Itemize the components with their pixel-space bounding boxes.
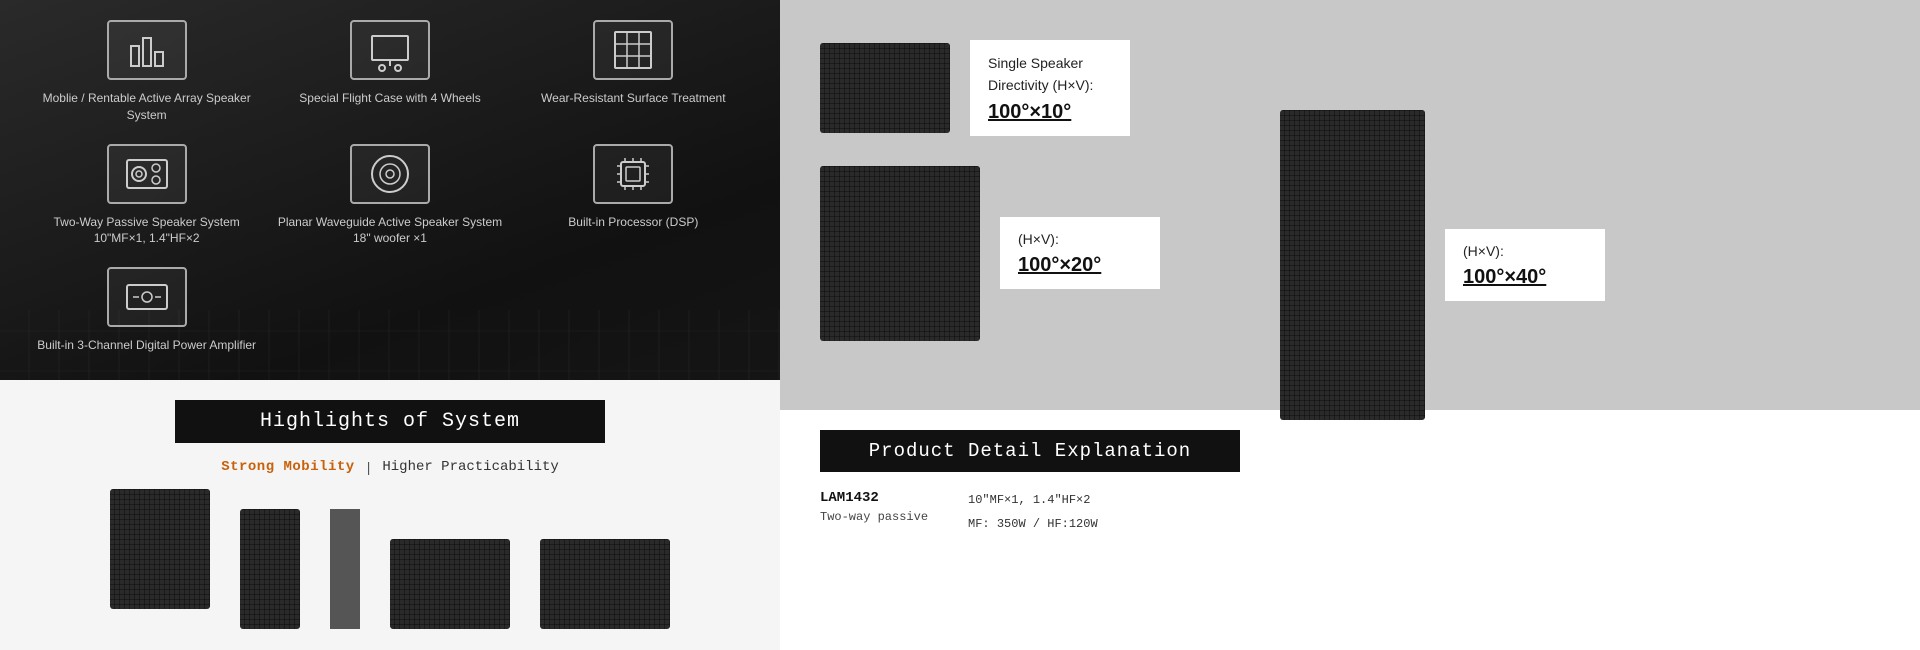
highlights-banner: Highlights of System xyxy=(175,400,605,443)
feature-dsp: Built-in Processor (DSP) xyxy=(517,144,750,248)
double-speaker-spec: (H×V): 100°×20° xyxy=(1000,217,1160,289)
feature-two-way-label: Two-Way Passive Speaker System 10"MF×1, … xyxy=(30,214,263,248)
speaker-image-4 xyxy=(540,539,670,629)
highlights-subtitle: Strong Mobility | Higher Practicability xyxy=(221,459,559,475)
right-panel: Single SpeakerDirectivity (H×V): 100°×10… xyxy=(780,0,1920,650)
product-detail-banner: Product Detail Explanation xyxy=(820,430,1240,472)
feature-planar: Planar Waveguide Active Speaker System 1… xyxy=(273,144,506,248)
speaker-accent xyxy=(330,509,360,629)
quad-speaker-unit: (H×V): 100°×40° xyxy=(1280,110,1605,420)
single-speaker-unit: Single SpeakerDirectivity (H×V): 100°×10… xyxy=(820,40,1160,136)
single-speaker-spec: Single SpeakerDirectivity (H×V): 100°×10… xyxy=(970,40,1130,136)
product-spec-1: 10"MF×1, 1.4"HF×2 xyxy=(968,490,1098,510)
product-type: Two-way passive xyxy=(820,510,928,524)
product-specs-row: LAM1432 Two-way passive 10"MF×1, 1.4"HF×… xyxy=(820,490,1880,535)
double-speaker-label: (H×V): xyxy=(1018,229,1142,250)
speaker-image-3 xyxy=(390,539,510,629)
grid-surface-icon xyxy=(593,20,673,80)
processor-icon xyxy=(593,144,673,204)
feature-flight-label: Special Flight Case with 4 Wheels xyxy=(299,90,480,107)
feature-two-way: Two-Way Passive Speaker System 10"MF×1, … xyxy=(30,144,263,248)
features-grid: Moblie / Rentable Active Array Speaker S… xyxy=(30,20,750,354)
right-top-section: Single SpeakerDirectivity (H×V): 100°×10… xyxy=(780,0,1920,410)
quad-speaker-label: (H×V): xyxy=(1463,241,1587,262)
left-panel: Moblie / Rentable Active Array Speaker S… xyxy=(0,0,780,650)
amplifier-icon xyxy=(107,267,187,327)
quad-speaker-image xyxy=(1280,110,1425,420)
highlights-section: Highlights of System Strong Mobility | H… xyxy=(0,380,780,650)
feature-mobile-system: Moblie / Rentable Active Array Speaker S… xyxy=(30,20,263,124)
product-model-col: LAM1432 Two-way passive xyxy=(820,490,928,524)
feature-dsp-label: Built-in Processor (DSP) xyxy=(568,214,698,231)
speaker-icon xyxy=(107,144,187,204)
feature-amplifier: Built-in 3-Channel Digital Power Amplifi… xyxy=(30,267,263,354)
bar-chart-icon xyxy=(107,20,187,80)
feature-wear-label: Wear-Resistant Surface Treatment xyxy=(541,90,726,107)
higher-practicability-text: Higher Practicability xyxy=(382,459,558,475)
pipe-divider: | xyxy=(367,459,371,475)
double-speaker-unit: (H×V): 100°×20° xyxy=(820,166,1160,341)
speaker-image-2 xyxy=(240,509,300,629)
single-speaker-angle: 100°×10° xyxy=(988,101,1112,124)
product-model: LAM1432 xyxy=(820,490,928,506)
quad-speaker-spec: (H×V): 100°×40° xyxy=(1445,229,1605,301)
single-speaker-image xyxy=(820,43,950,133)
feature-mobile-label: Moblie / Rentable Active Array Speaker S… xyxy=(30,90,263,124)
product-spec-2: MF: 350W / HF:120W xyxy=(968,514,1098,534)
feature-wear-resistant: Wear-Resistant Surface Treatment xyxy=(517,20,750,124)
product-spec-details-col: 10"MF×1, 1.4"HF×2 MF: 350W / HF:120W xyxy=(968,490,1098,535)
feature-planar-label: Planar Waveguide Active Speaker System 1… xyxy=(273,214,506,248)
feature-amp-label: Built-in 3-Channel Digital Power Amplifi… xyxy=(37,337,256,354)
circle-icon xyxy=(350,144,430,204)
feature-flight-case: Special Flight Case with 4 Wheels xyxy=(273,20,506,124)
single-speaker-label: Single SpeakerDirectivity (H×V): xyxy=(988,52,1112,97)
left-speaker-col: Single SpeakerDirectivity (H×V): 100°×10… xyxy=(820,40,1160,341)
double-speaker-image xyxy=(820,166,980,341)
double-speaker-angle: 100°×20° xyxy=(1018,254,1142,277)
quad-speaker-angle: 100°×40° xyxy=(1463,266,1587,289)
monitor-wheels-icon xyxy=(350,20,430,80)
strong-mobility-link[interactable]: Strong Mobility xyxy=(221,459,355,475)
speaker-images-row xyxy=(110,489,670,629)
speaker-image-1 xyxy=(110,489,210,609)
right-bottom-section: Product Detail Explanation LAM1432 Two-w… xyxy=(780,410,1920,650)
